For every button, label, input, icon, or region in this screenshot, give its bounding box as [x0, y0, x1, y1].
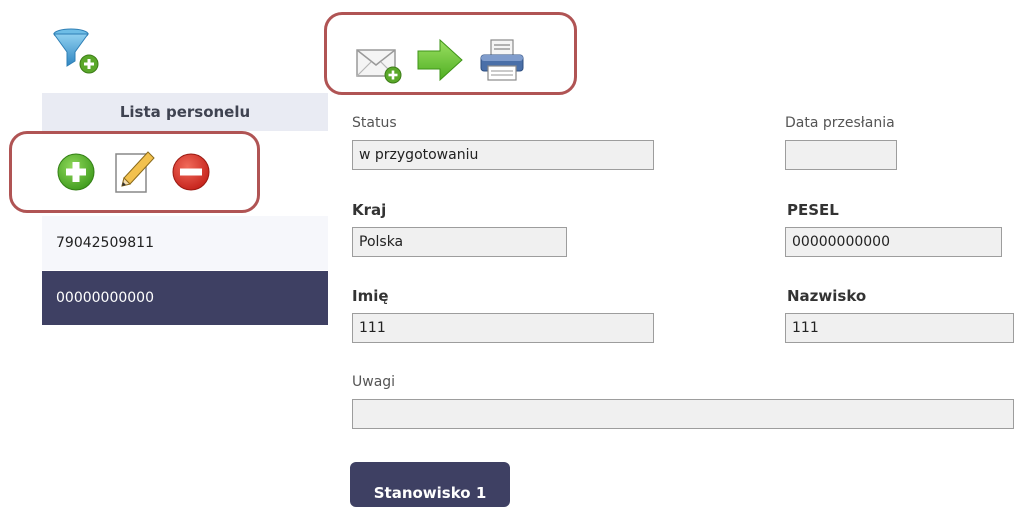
status-label: Status	[352, 115, 397, 131]
kraj-field[interactable]: Polska	[352, 227, 567, 257]
list-item[interactable]: 79042509811	[42, 216, 328, 270]
kraj-label: Kraj	[352, 201, 387, 219]
data-przeslania-label: Data przesłania	[785, 115, 895, 131]
sidebar-title: Lista personelu	[42, 93, 328, 131]
nazwisko-field[interactable]: 111	[785, 313, 1014, 343]
remove-icon[interactable]	[171, 152, 211, 192]
tab-stanowisko-1[interactable]: Stanowisko 1	[350, 462, 510, 507]
printer-icon[interactable]	[478, 38, 526, 82]
pesel-field[interactable]: 00000000000	[785, 227, 1002, 257]
filter-add-icon[interactable]	[52, 28, 102, 74]
data-przeslania-field[interactable]	[785, 140, 897, 170]
status-field[interactable]: w przygotowaniu	[352, 140, 654, 170]
nazwisko-label: Nazwisko	[787, 287, 867, 305]
edit-icon[interactable]	[114, 148, 156, 194]
add-icon[interactable]	[56, 152, 96, 192]
envelope-add-icon[interactable]	[354, 44, 402, 84]
uwagi-label: Uwagi	[352, 374, 396, 390]
arrow-right-icon[interactable]	[416, 38, 464, 82]
imie-field[interactable]: 111	[352, 313, 654, 343]
list-item-selected[interactable]: 00000000000	[42, 271, 328, 325]
uwagi-field[interactable]	[352, 399, 1014, 429]
pesel-label: PESEL	[787, 201, 839, 219]
imie-label: Imię	[352, 287, 389, 305]
